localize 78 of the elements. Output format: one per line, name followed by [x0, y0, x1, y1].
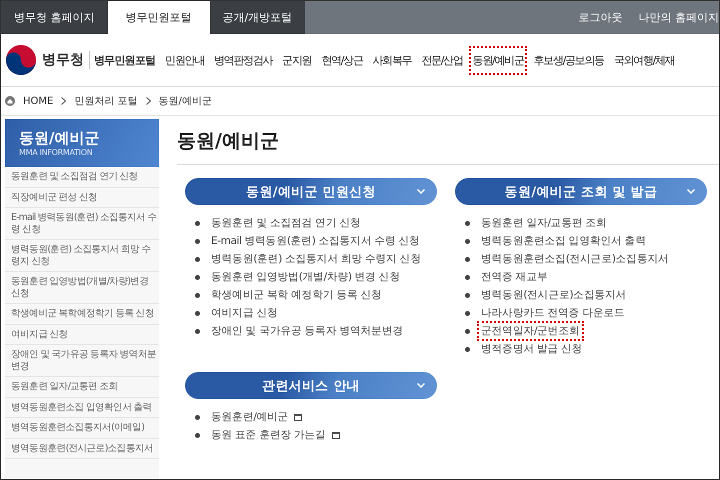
logo-text: 병무청 — [42, 51, 90, 69]
service-link[interactable]: 여비지급 신청 — [207, 303, 282, 323]
chevron-down-icon — [417, 189, 425, 194]
portal-name: 병무민원포털 — [94, 52, 156, 68]
bullet-icon — [195, 292, 200, 298]
service-link[interactable]: 나라사랑카드 전역증 다운로드 — [477, 303, 629, 323]
bullet-icon — [465, 292, 470, 298]
sidebar-item[interactable]: 병역동원훈련소집통지서(이메일) — [5, 418, 159, 438]
bullet-icon — [465, 310, 470, 316]
top-link[interactable]: 로그아웃 — [578, 10, 622, 25]
sidebar-item[interactable]: E-mail 병력동원(훈련) 소집통지서 수령 신청 — [5, 208, 159, 240]
bullet-icon — [465, 346, 470, 352]
nav-item[interactable]: 사회복무 — [368, 46, 416, 74]
portal-tab[interactable]: 병무민원포털 — [108, 1, 210, 34]
service-link[interactable]: 군전역일자/군번조회 — [477, 321, 584, 341]
chevron-right-icon — [61, 97, 66, 105]
service-link[interactable]: 동원 표준 훈련장 가는길 — [207, 425, 330, 445]
service-link[interactable]: E-mail 병력동원(훈련) 소집통지서 수령 신청 — [207, 231, 424, 251]
service-link[interactable]: 병력동원(전시근로)소집통지서 — [477, 285, 630, 305]
bullet-icon — [465, 256, 470, 262]
sidebar-item[interactable]: 동원훈련 입영방법(개별/차량)변경 신청 — [5, 272, 159, 304]
chevron-right-icon — [146, 97, 151, 105]
bullet-icon — [195, 432, 200, 438]
logo-icon — [5, 44, 37, 76]
service-link[interactable]: 동원훈련 입영방법(개별/차량) 변경 신청 — [207, 267, 404, 287]
sidebar-item[interactable]: 병역동원훈련(전시근로)소집통지서 — [5, 438, 159, 459]
section-header-button[interactable]: 관련서비스 안내 — [185, 372, 437, 399]
home-icon — [5, 96, 15, 106]
service-link[interactable]: 병력동원(훈련) 소집통지서 희망 수령지 신청 — [207, 249, 425, 269]
sidebar-item[interactable]: 여비지급 신청 — [5, 324, 159, 345]
nav-item[interactable]: 병역판정검사 — [210, 46, 276, 74]
page-title: 동원/예비군 — [177, 128, 719, 165]
breadcrumb-link[interactable]: 민원처리 포털 — [74, 94, 138, 108]
sidebar-item[interactable]: 동원훈련 일자/교통편 조회 — [5, 377, 159, 398]
top-link[interactable]: 나만의 홈페이지 — [638, 10, 719, 25]
bullet-icon — [195, 238, 200, 244]
service-link[interactable]: 병력동원훈련소집 입영확인서 출력 — [477, 231, 650, 251]
bullet-icon — [195, 310, 200, 316]
sidebar-item[interactable]: 학생예비군 복학예정학기 등록 신청 — [5, 304, 159, 324]
sidebar-item[interactable]: 병역동원훈련소집 입영확인서 출력 — [5, 398, 159, 418]
bullet-icon — [195, 274, 200, 280]
nav-item[interactable]: 동원/예비군 — [468, 46, 528, 74]
portal-tab[interactable]: 병무청 홈페이지 — [1, 1, 108, 34]
bullet-icon — [465, 328, 470, 334]
nav-item[interactable]: 국외여행/체재 — [610, 46, 678, 74]
nav-item[interactable]: 군지원 — [278, 46, 316, 74]
breadcrumb-link[interactable]: 동원/예비군 — [158, 94, 212, 108]
section-header-button[interactable]: 동원/예비군 민원신청 — [185, 178, 437, 205]
sidebar-item[interactable]: 동원훈련 및 소집점검 연기 신청 — [5, 167, 159, 188]
nav-item[interactable]: 후보생/공보의등 — [529, 46, 608, 74]
bullet-icon — [465, 220, 470, 226]
nav-item[interactable]: 전문/산업 — [417, 46, 467, 74]
bullet-icon — [195, 220, 200, 226]
bullet-icon — [465, 274, 470, 280]
bullet-icon — [465, 238, 470, 244]
portal-tab[interactable]: 공개/개방포털 — [210, 1, 306, 34]
section-header-button[interactable]: 동원/예비군 조회 및 발급 — [455, 178, 707, 205]
nav-item[interactable]: 현역/상근 — [317, 46, 367, 74]
sidebar-subtitle: MMA INFORMATION — [19, 148, 94, 157]
service-link[interactable]: 장애인 및 국가유공 등록자 병역처분변경 — [207, 321, 407, 341]
service-link[interactable]: 병적증명서 발급 신청 — [477, 339, 586, 359]
nav-item[interactable]: 민원안내 — [161, 46, 208, 74]
bullet-icon — [195, 328, 200, 334]
sidebar-item[interactable]: 병력동원(훈련) 소집통지서 희망 수령지 신청 — [5, 240, 159, 272]
service-link[interactable]: 병력동원훈련소집(전시근로)소집통지서 — [477, 249, 673, 269]
bullet-icon — [195, 256, 200, 262]
sidebar-item[interactable]: 장애인 및 국가유공 등록자 병역처분변경 — [5, 345, 159, 377]
bullet-icon — [195, 414, 200, 420]
sidebar-item[interactable]: 직장예비군 편성 신청 — [5, 188, 159, 208]
chevron-down-icon — [417, 383, 425, 388]
service-link[interactable]: 동원훈련 일자/교통편 조회 — [477, 213, 611, 233]
service-link[interactable]: 전역증 재교부 — [477, 267, 552, 287]
service-link[interactable]: 동원훈련 및 소집점검 연기 신청 — [207, 213, 365, 233]
sidebar-title: 동원/예비군 — [19, 129, 100, 148]
breadcrumb-link[interactable]: HOME — [23, 96, 54, 106]
service-link[interactable]: 학생예비군 복학 예정학기 등록 신청 — [207, 285, 386, 305]
chevron-down-icon — [687, 189, 695, 194]
service-link[interactable]: 동원훈련/예비군 — [207, 407, 292, 427]
